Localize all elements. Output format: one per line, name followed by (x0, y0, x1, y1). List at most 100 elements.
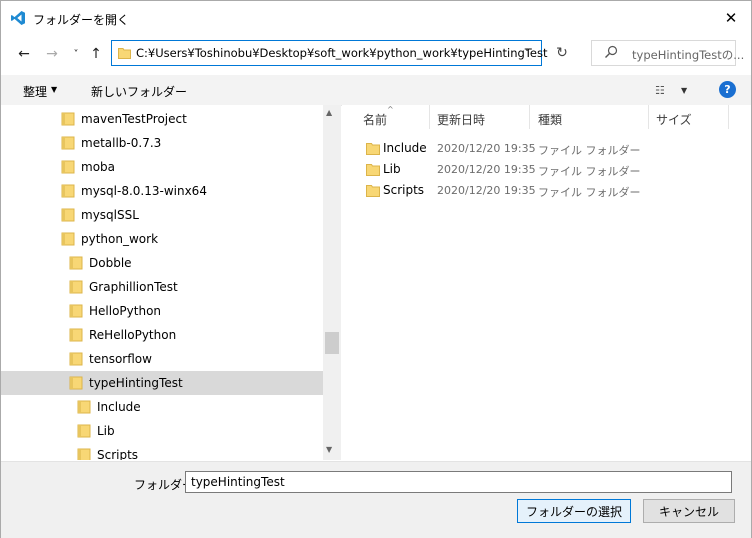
scroll-up-icon[interactable]: ▲ (326, 108, 332, 117)
tree-item-label: HelloPython (89, 304, 162, 318)
folder-icon (61, 112, 75, 126)
scroll-thumb[interactable] (325, 332, 339, 354)
folder-icon (61, 184, 75, 198)
column-header-type[interactable]: 種類 (538, 111, 562, 128)
forward-arrow-icon[interactable]: → (43, 45, 61, 63)
file-name: Lib (383, 162, 401, 176)
column-header-modified[interactable]: 更新日時 (437, 111, 485, 128)
vscode-icon (11, 11, 25, 25)
folder-icon (61, 136, 75, 150)
help-icon[interactable]: ? (719, 81, 736, 98)
folder-icon (69, 256, 83, 270)
file-name: Include (383, 141, 427, 155)
folder-icon (366, 143, 380, 155)
tree-item-label: moba (81, 160, 116, 174)
tree-item-label: Dobble (89, 256, 132, 270)
tree-item[interactable]: mysql-8.0.13-winx64 (1, 179, 323, 203)
navigation-tree: mavenTestProject metallb-0.7.3 moba mysql-8… (1, 105, 341, 460)
tree-item[interactable]: typeHintingTest (1, 371, 323, 395)
folder-icon (69, 352, 83, 366)
file-modified: 2020/12/20 19:35 (437, 163, 536, 176)
tree-item[interactable]: moba (1, 155, 323, 179)
address-bar[interactable]: C:¥Users¥Toshinobu¥Desktop¥soft_work¥pyt… (111, 40, 547, 66)
folder-icon (61, 232, 75, 246)
column-header-name[interactable]: 名前 (363, 111, 387, 128)
column-divider[interactable] (529, 105, 530, 129)
file-type: ファイル フォルダー (538, 144, 641, 157)
tree-item-label: typeHintingTest (89, 376, 183, 390)
up-arrow-icon[interactable]: ↑ (87, 45, 105, 63)
tree-item-label: python_work (81, 232, 159, 246)
file-name: Scripts (383, 183, 425, 197)
file-row[interactable]: Lib 2020/12/20 19:35 ファイル フォルダー (342, 159, 751, 180)
chevron-down-icon[interactable]: ˅ (520, 45, 534, 61)
column-header-size[interactable]: サイズ (656, 111, 692, 128)
search-box[interactable]: typeHintingTestの... (591, 40, 744, 66)
folder-icon (61, 208, 75, 222)
tree-item[interactable]: GraphillionTest (1, 275, 323, 299)
window-title: フォルダーを開く (33, 13, 130, 27)
scroll-down-icon[interactable]: ▼ (326, 445, 332, 454)
tree-item-label: ReHelloPython (89, 328, 177, 342)
search-placeholder: typeHintingTestの... (632, 48, 745, 62)
tree-item[interactable]: python_work (1, 227, 323, 251)
tree-item[interactable]: Dobble (1, 251, 323, 275)
column-divider[interactable] (429, 105, 430, 129)
folder-icon (69, 304, 83, 318)
folder-icon (366, 185, 380, 197)
file-type: ファイル フォルダー (538, 165, 641, 178)
file-modified: 2020/12/20 19:35 (437, 184, 536, 197)
file-list: 名前 ^ 更新日時 種類 サイズ Include 2020/12/20 19:35… (342, 105, 751, 460)
chevron-down-icon[interactable]: ▼ (51, 85, 57, 94)
refresh-icon[interactable]: ↻ (549, 40, 575, 66)
folder-name-input[interactable] (185, 471, 732, 493)
tree-item[interactable]: HelloPython (1, 299, 323, 323)
tree-item[interactable]: Lib (1, 419, 323, 443)
tree-item-label: metallb-0.7.3 (81, 136, 162, 150)
tree-item-label: Include (97, 400, 141, 414)
new-folder-button[interactable]: 新しいフォルダー (91, 83, 187, 100)
tree-item[interactable]: mysqlSSL (1, 203, 323, 227)
folder-icon (77, 448, 91, 460)
search-icon (605, 45, 618, 58)
folder-icon (77, 424, 91, 438)
tree-item[interactable]: ReHelloPython (1, 323, 323, 347)
folder-icon (69, 280, 83, 294)
cancel-button[interactable]: キャンセル (643, 499, 735, 523)
tree-item-label: tensorflow (89, 352, 152, 366)
tree-scrollbar[interactable]: ▲ ▼ (323, 105, 341, 460)
tree-item[interactable]: tensorflow (1, 347, 323, 371)
address-path[interactable]: C:¥Users¥Toshinobu¥Desktop¥soft_work¥pyt… (136, 46, 547, 60)
back-arrow-icon[interactable]: ← (15, 45, 33, 63)
tree-item-label: Lib (97, 424, 115, 438)
folder-dialog: フォルダーを開く ✕ ← → ˅ ↑ C:¥Users¥Toshinobu¥De… (0, 0, 752, 538)
tree-item[interactable]: metallb-0.7.3 (1, 131, 323, 155)
chevron-down-icon[interactable]: ▼ (681, 86, 687, 95)
file-row[interactable]: Scripts 2020/12/20 19:35 ファイル フォルダー (342, 180, 751, 201)
view-options-icon[interactable]: ☷ (655, 84, 665, 97)
column-divider[interactable] (648, 105, 649, 129)
column-divider[interactable] (728, 105, 729, 129)
file-modified: 2020/12/20 19:35 (437, 142, 536, 155)
sort-ascending-icon: ^ (387, 105, 394, 114)
folder-icon (69, 376, 83, 390)
folder-icon (118, 48, 131, 59)
folder-icon (366, 164, 380, 176)
recent-locations-icon[interactable]: ˅ (67, 45, 85, 63)
tree-item-label: GraphillionTest (89, 280, 178, 294)
close-icon[interactable]: ✕ (714, 4, 748, 32)
select-folder-button[interactable]: フォルダーの選択 (517, 499, 631, 523)
tree-item[interactable]: mavenTestProject (1, 107, 323, 131)
dialog-footer: フォルダー: フォルダーの選択 キャンセル (1, 461, 751, 538)
tree-item-label: mavenTestProject (81, 112, 187, 126)
tree-item-label: mysql-8.0.13-winx64 (81, 184, 207, 198)
title-bar: フォルダーを開く ✕ (1, 1, 751, 35)
organize-menu[interactable]: 整理 (23, 83, 47, 100)
tree-item[interactable]: Scripts (1, 443, 323, 460)
file-row[interactable]: Include 2020/12/20 19:35 ファイル フォルダー (342, 138, 751, 159)
toolbar: 整理 ▼ 新しいフォルダー ☷ ▼ ? (1, 75, 751, 106)
folder-icon (77, 400, 91, 414)
tree-item[interactable]: Include (1, 395, 323, 419)
folder-icon (69, 328, 83, 342)
file-type: ファイル フォルダー (538, 186, 641, 199)
